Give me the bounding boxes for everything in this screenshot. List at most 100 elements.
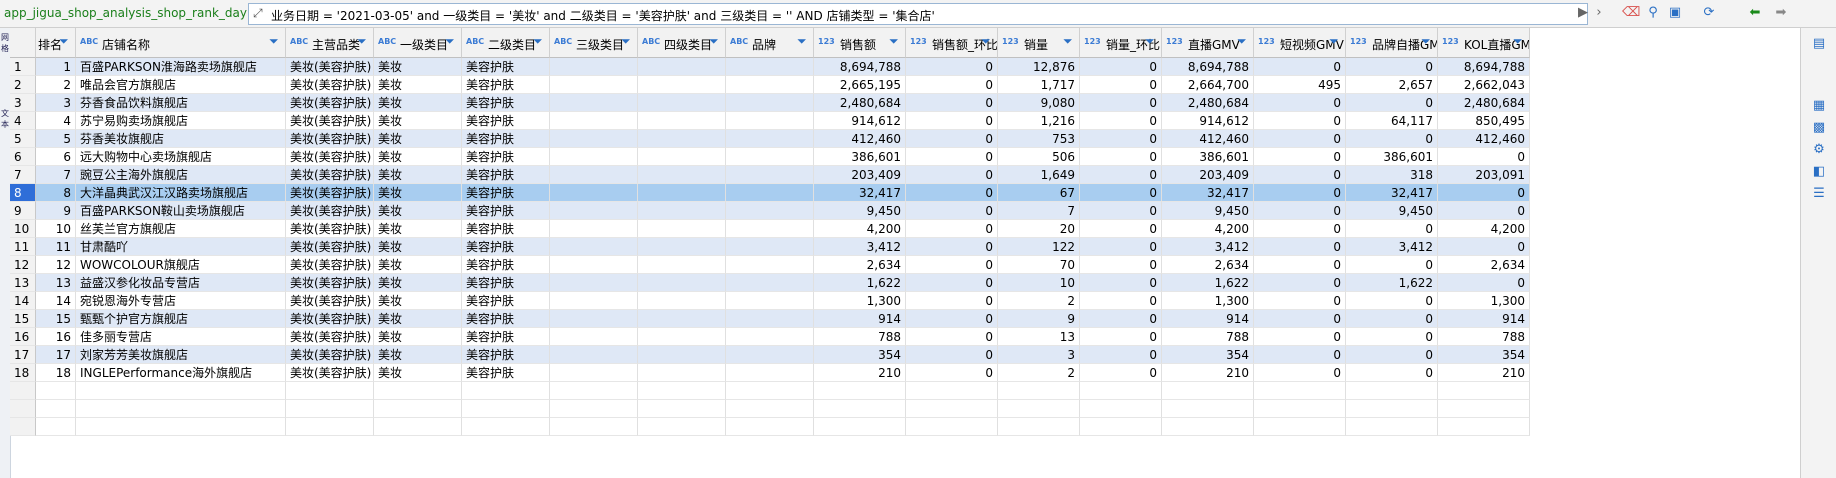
table-cell[interactable]: 210: [1162, 364, 1254, 382]
table-cell[interactable]: 宛锐恩海外专营店: [76, 292, 286, 310]
row-number[interactable]: 10: [10, 220, 36, 238]
table-cell[interactable]: 美妆: [374, 184, 462, 202]
column-header[interactable]: 123 短视频GMV ⏷: [1254, 28, 1346, 58]
table-cell[interactable]: 32,417: [1162, 184, 1254, 202]
table-cell[interactable]: 美妆(美容护肤): [286, 58, 374, 76]
table-cell[interactable]: [726, 310, 814, 328]
table-cell[interactable]: [638, 238, 726, 256]
row-number[interactable]: 9: [10, 202, 36, 220]
column-header[interactable]: ABC 主营品类 ⏷: [286, 28, 374, 58]
table-cell[interactable]: [638, 148, 726, 166]
list-icon[interactable]: ☰: [1811, 186, 1827, 202]
table-cell[interactable]: 354: [1162, 346, 1254, 364]
column-filter-icon[interactable]: ⏷: [1421, 34, 1433, 50]
table-name-label[interactable]: app_jigua_shop_analysis_shop_rank_day: [4, 6, 247, 20]
table-cell[interactable]: 0: [1254, 166, 1346, 184]
table-cell[interactable]: [638, 76, 726, 94]
table-cell[interactable]: 0: [1438, 274, 1530, 292]
table-cell[interactable]: 0: [1254, 238, 1346, 256]
table-cell[interactable]: 百盛PARKSON鞍山卖场旗舰店: [76, 202, 286, 220]
table-cell[interactable]: 美容护肤: [462, 112, 550, 130]
table-cell[interactable]: 2,662,043: [1438, 76, 1530, 94]
table-cell[interactable]: 0: [1346, 220, 1438, 238]
table-cell[interactable]: 2,634: [1438, 256, 1530, 274]
table-cell[interactable]: 美妆: [374, 238, 462, 256]
table-cell[interactable]: 佳多丽专营店: [76, 328, 286, 346]
table-cell[interactable]: [550, 274, 638, 292]
table-cell[interactable]: 0: [1438, 202, 1530, 220]
column-filter-icon[interactable]: ⏷: [445, 34, 457, 50]
table-cell[interactable]: 8,694,788: [1438, 58, 1530, 76]
table-cell[interactable]: 354: [1438, 346, 1530, 364]
table-cell[interactable]: 0: [1080, 328, 1162, 346]
table-cell[interactable]: [550, 220, 638, 238]
table-cell[interactable]: [726, 166, 814, 184]
column-header[interactable]: 123 销售额 ⏷: [814, 28, 906, 58]
column-header[interactable]: ABC 一级类目 ⏷: [374, 28, 462, 58]
table-cell[interactable]: 17: [36, 346, 76, 364]
table-cell[interactable]: 1,216: [998, 112, 1080, 130]
table-cell[interactable]: 15: [36, 310, 76, 328]
table-cell[interactable]: [638, 220, 726, 238]
table-cell[interactable]: 美妆: [374, 274, 462, 292]
table-cell[interactable]: 美妆(美容护肤): [286, 256, 374, 274]
expand-icon[interactable]: ⤢: [253, 6, 267, 22]
table-cell[interactable]: 0: [1080, 256, 1162, 274]
table-cell[interactable]: 2,657: [1346, 76, 1438, 94]
table-cell[interactable]: 美妆(美容护肤): [286, 274, 374, 292]
column-filter-icon[interactable]: ⏷: [1145, 34, 1157, 50]
table-cell[interactable]: 1,717: [998, 76, 1080, 94]
table-cell[interactable]: [726, 274, 814, 292]
table-cell[interactable]: 0: [1346, 292, 1438, 310]
table-cell[interactable]: 美容护肤: [462, 256, 550, 274]
column-filter-icon[interactable]: ⏷: [1513, 34, 1525, 50]
table-cell[interactable]: 2: [998, 292, 1080, 310]
table-cell[interactable]: 0: [1438, 184, 1530, 202]
table-cell[interactable]: 3: [998, 346, 1080, 364]
table-cell[interactable]: [638, 364, 726, 382]
table-cell[interactable]: 1,622: [1346, 274, 1438, 292]
table-cell[interactable]: 9,450: [1346, 202, 1438, 220]
table-cell[interactable]: [726, 220, 814, 238]
table-cell[interactable]: 8: [36, 184, 76, 202]
table-cell[interactable]: 3: [36, 94, 76, 112]
table-cell[interactable]: 大洋晶典武汉江汉路卖场旗舰店: [76, 184, 286, 202]
table-cell[interactable]: 美妆(美容护肤): [286, 166, 374, 184]
back-icon[interactable]: ⬅: [1746, 4, 1764, 22]
table-cell[interactable]: 美容护肤: [462, 58, 550, 76]
table-cell[interactable]: 0: [906, 94, 998, 112]
column-header[interactable]: 123 直播GMV ⏷: [1162, 28, 1254, 58]
table-cell[interactable]: 美妆: [374, 292, 462, 310]
table-cell[interactable]: 412,460: [1162, 130, 1254, 148]
row-number[interactable]: 14: [10, 292, 36, 310]
tab-text[interactable]: 文本: [1, 108, 9, 130]
table-cell[interactable]: [550, 292, 638, 310]
table-cell[interactable]: 4,200: [1162, 220, 1254, 238]
table-cell[interactable]: 0: [906, 364, 998, 382]
table-cell[interactable]: 美容护肤: [462, 184, 550, 202]
table-cell[interactable]: [638, 202, 726, 220]
table-cell[interactable]: 2: [998, 364, 1080, 382]
table-cell[interactable]: [726, 130, 814, 148]
table-cell[interactable]: [550, 364, 638, 382]
table-cell[interactable]: 芬香食品饮料旗舰店: [76, 94, 286, 112]
table-cell[interactable]: [726, 94, 814, 112]
table-cell[interactable]: 美妆(美容护肤): [286, 346, 374, 364]
table-cell[interactable]: 32,417: [814, 184, 906, 202]
table-cell[interactable]: [726, 202, 814, 220]
row-number[interactable]: 5: [10, 130, 36, 148]
table-cell[interactable]: 788: [1438, 328, 1530, 346]
table-cell[interactable]: 美容护肤: [462, 148, 550, 166]
table-cell[interactable]: 0: [906, 112, 998, 130]
table-cell[interactable]: 美容护肤: [462, 364, 550, 382]
table-cell[interactable]: 0: [1254, 220, 1346, 238]
table-cell[interactable]: 美容护肤: [462, 166, 550, 184]
table-cell[interactable]: 美妆: [374, 256, 462, 274]
table-cell[interactable]: 0: [906, 274, 998, 292]
column-filter-icon[interactable]: ⏷: [357, 34, 369, 50]
table-cell[interactable]: 0: [1080, 76, 1162, 94]
table-cell[interactable]: 0: [1254, 148, 1346, 166]
table-cell[interactable]: 0: [1080, 130, 1162, 148]
table-cell[interactable]: [638, 310, 726, 328]
table-cell[interactable]: 0: [1080, 292, 1162, 310]
